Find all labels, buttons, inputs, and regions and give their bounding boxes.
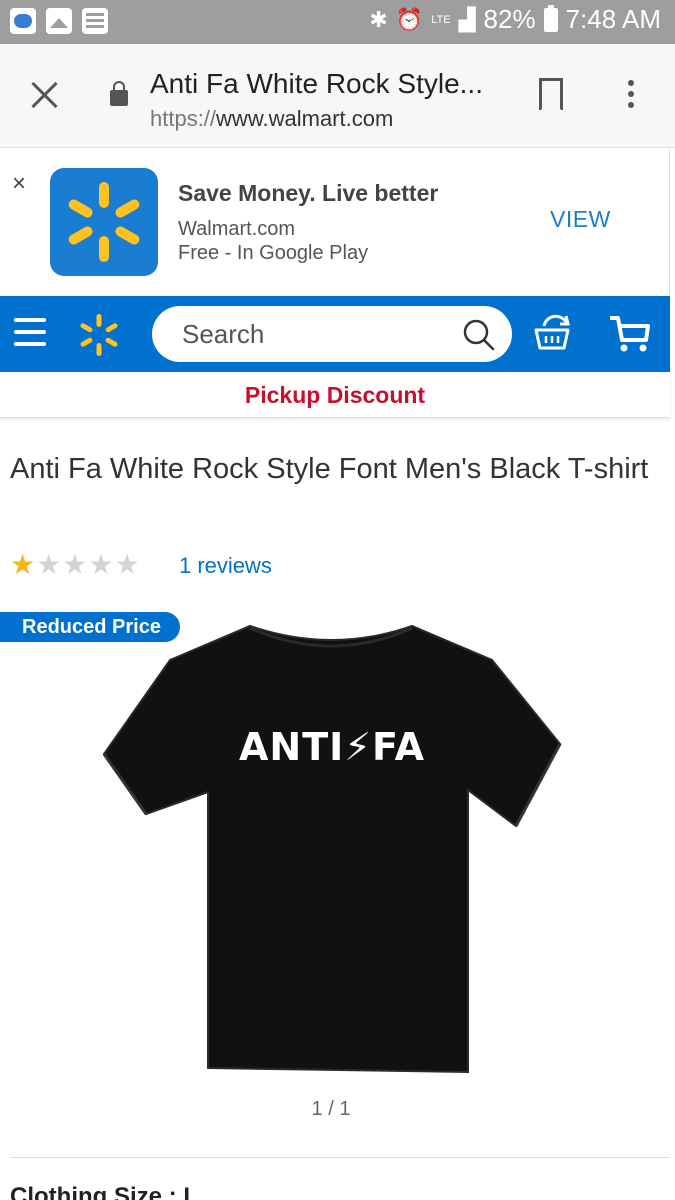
page-title[interactable]: Anti Fa White Rock Style... bbox=[150, 68, 500, 100]
overflow-menu-icon[interactable] bbox=[627, 80, 635, 112]
search-icon[interactable] bbox=[462, 318, 496, 352]
product-title: Anti Fa White Rock Style Font Men's Blac… bbox=[10, 453, 649, 485]
news-icon bbox=[82, 8, 108, 34]
section-divider bbox=[10, 1157, 670, 1158]
lock-icon[interactable] bbox=[110, 81, 128, 106]
battery-icon bbox=[543, 4, 558, 32]
url-scheme: https:// bbox=[150, 106, 217, 131]
bookmark-icon[interactable] bbox=[539, 78, 563, 110]
reorder-basket-icon[interactable] bbox=[530, 314, 574, 354]
search-bar[interactable] bbox=[152, 306, 512, 362]
shirt-print-text: ANTI⚡FA bbox=[239, 725, 425, 769]
star-icon: ★ bbox=[10, 549, 36, 580]
star-rating[interactable]: ★ ★ ★ ★ ★ bbox=[10, 550, 140, 580]
banner-close-button[interactable]: × bbox=[12, 170, 26, 198]
signal-icon: ▟ bbox=[458, 6, 476, 32]
pickup-discount-text: Pickup Discount bbox=[244, 382, 426, 408]
product-image[interactable]: ANTI⚡FA bbox=[100, 620, 564, 1080]
site-header bbox=[0, 296, 670, 372]
star-icon: ★ bbox=[36, 549, 62, 580]
clock: 7:48 AM bbox=[565, 4, 661, 34]
banner-view-button[interactable]: VIEW bbox=[550, 206, 611, 233]
banner-publisher: Walmart.com bbox=[178, 218, 296, 240]
alarm-icon: ⏰ bbox=[395, 6, 424, 32]
gallery-icon bbox=[46, 8, 72, 34]
banner-title: Save Money. Live better bbox=[178, 180, 439, 206]
url-host: www.walmart.com bbox=[216, 106, 394, 131]
close-tab-icon[interactable] bbox=[28, 78, 62, 112]
pickup-discount-banner[interactable]: Pickup Discount bbox=[0, 372, 670, 418]
reviews-link[interactable]: 1 reviews bbox=[179, 553, 272, 579]
app-install-banner: × Save Money. Live better Walmart.com Fr… bbox=[0, 150, 670, 296]
banner-price: Free - In Google Play bbox=[178, 242, 369, 264]
menu-icon[interactable] bbox=[14, 318, 46, 350]
walmart-spark-logo[interactable] bbox=[76, 312, 122, 358]
walmart-app-icon[interactable] bbox=[50, 168, 158, 276]
network-type: LTE bbox=[431, 13, 451, 26]
reduced-price-badge: Reduced Price bbox=[0, 612, 180, 642]
page-url[interactable]: https://www.walmart.com bbox=[150, 106, 393, 132]
star-icon: ★ bbox=[62, 549, 88, 580]
star-icon: ★ bbox=[114, 549, 140, 580]
search-input[interactable] bbox=[182, 318, 442, 350]
image-carousel-index: 1 / 1 bbox=[311, 1098, 351, 1120]
cart-icon[interactable] bbox=[608, 314, 652, 354]
browser-toolbar: Anti Fa White Rock Style... https://www.… bbox=[0, 44, 675, 148]
clothing-size-label[interactable]: Clothing Size : L bbox=[10, 1183, 198, 1200]
battery-percent: 82% bbox=[483, 4, 536, 34]
browser-icon bbox=[10, 8, 36, 34]
bluetooth-icon: ✱ bbox=[369, 6, 388, 32]
star-icon: ★ bbox=[88, 549, 114, 580]
status-bar: ✱ ⏰ LTE ▟ 82% 7:48 AM bbox=[0, 0, 675, 44]
